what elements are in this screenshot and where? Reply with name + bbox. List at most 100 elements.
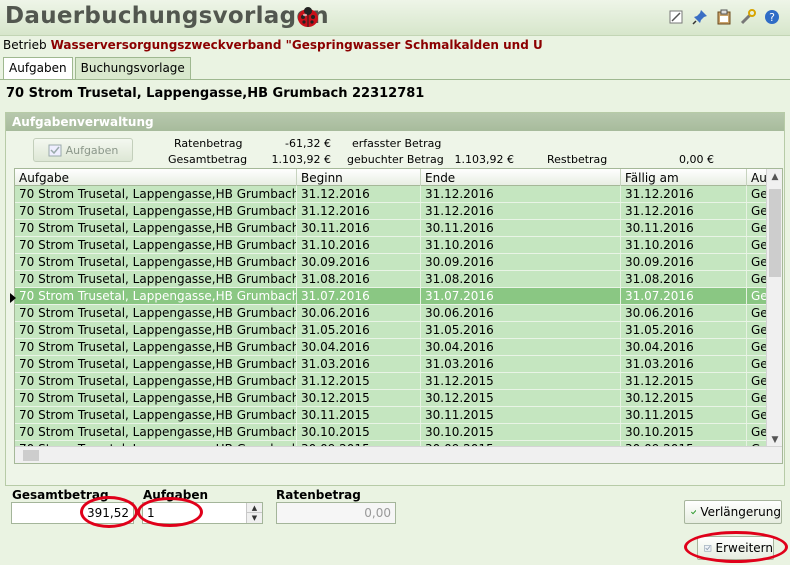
cell-beginn[interactable]: 30.09.2016: [297, 254, 421, 270]
cell-beginn[interactable]: 31.08.2016: [297, 271, 421, 287]
aufgaben-button[interactable]: Aufgaben: [33, 138, 133, 162]
cell-aufgabe[interactable]: 70 Strom Trusetal, Lappengasse,HB Grumba…: [15, 254, 297, 270]
cell-faellig[interactable]: 31.12.2016: [621, 203, 747, 219]
table-row[interactable]: 70 Strom Trusetal, Lappengasse,HB Grumba…: [15, 254, 775, 271]
gesamtbetrag-field[interactable]: 391,52: [11, 502, 134, 524]
cell-aufgabe[interactable]: 70 Strom Trusetal, Lappengasse,HB Grumba…: [15, 424, 297, 440]
stepper-down-icon[interactable]: ▼: [247, 513, 262, 523]
cell-aufgabe[interactable]: 70 Strom Trusetal, Lappengasse,HB Grumba…: [15, 271, 297, 287]
cell-aufgabe[interactable]: 70 Strom Trusetal, Lappengasse,HB Grumba…: [15, 339, 297, 355]
cell-ende[interactable]: 30.12.2015: [421, 390, 621, 406]
table-row[interactable]: 70 Strom Trusetal, Lappengasse,HB Grumba…: [15, 373, 775, 390]
cell-ende[interactable]: 31.08.2016: [421, 271, 621, 287]
cell-aufgabe[interactable]: 70 Strom Trusetal, Lappengasse,HB Grumba…: [15, 373, 297, 389]
cell-faellig[interactable]: 30.11.2016: [621, 220, 747, 236]
aufgaben-grid[interactable]: Aufgabe Beginn Ende Fällig am Auf 70 Str…: [14, 168, 783, 464]
column-header-faellig-am[interactable]: Fällig am: [621, 169, 747, 186]
verlaengerung-button[interactable]: Verlängerung: [684, 500, 782, 524]
cell-beginn[interactable]: 30.12.2015: [297, 390, 421, 406]
cell-beginn[interactable]: 30.04.2016: [297, 339, 421, 355]
tab-aufgaben[interactable]: Aufgaben: [3, 57, 73, 80]
tab-buchungsvorlage[interactable]: Buchungsvorlage: [74, 57, 191, 79]
cell-faellig[interactable]: 31.05.2016: [621, 322, 747, 338]
table-row[interactable]: 70 Strom Trusetal, Lappengasse,HB Grumba…: [15, 271, 775, 288]
cell-faellig[interactable]: 30.04.2016: [621, 339, 747, 355]
cell-ende[interactable]: 31.12.2015: [421, 373, 621, 389]
cell-beginn[interactable]: 31.07.2016: [297, 288, 421, 304]
edit-icon[interactable]: [666, 7, 686, 27]
cell-faellig[interactable]: 30.12.2015: [621, 390, 747, 406]
table-row[interactable]: 70 Strom Trusetal, Lappengasse,HB Grumba…: [15, 339, 775, 356]
cell-faellig[interactable]: 30.09.2016: [621, 254, 747, 270]
cell-ende[interactable]: 31.12.2016: [421, 203, 621, 219]
cell-beginn[interactable]: 30.06.2016: [297, 305, 421, 321]
cell-faellig[interactable]: 30.10.2015: [621, 424, 747, 440]
cell-faellig[interactable]: 30.11.2015: [621, 407, 747, 423]
table-row[interactable]: 70 Strom Trusetal, Lappengasse,HB Grumba…: [15, 237, 775, 254]
cell-ende[interactable]: 31.03.2016: [421, 356, 621, 372]
cell-faellig[interactable]: 31.10.2016: [621, 237, 747, 253]
table-row[interactable]: 70 Strom Trusetal, Lappengasse,HB Grumba…: [15, 322, 775, 339]
column-header-aufgabe[interactable]: Aufgabe: [15, 169, 297, 186]
cell-ende[interactable]: 30.04.2016: [421, 339, 621, 355]
cell-aufgabe[interactable]: 70 Strom Trusetal, Lappengasse,HB Grumba…: [15, 407, 297, 423]
cell-aufgabe[interactable]: 70 Strom Trusetal, Lappengasse,HB Grumba…: [15, 322, 297, 338]
scroll-thumb[interactable]: [769, 189, 781, 277]
cell-beginn[interactable]: 30.11.2015: [297, 407, 421, 423]
cell-aufgabe[interactable]: 70 Strom Trusetal, Lappengasse,HB Grumba…: [15, 203, 297, 219]
cell-aufgabe[interactable]: 70 Strom Trusetal, Lappengasse,HB Grumba…: [15, 356, 297, 372]
erweitern-button[interactable]: Erweitern: [697, 536, 774, 560]
cell-aufgabe[interactable]: 70 Strom Trusetal, Lappengasse,HB Grumba…: [15, 288, 297, 304]
column-header-ende[interactable]: Ende: [421, 169, 621, 186]
cell-beginn[interactable]: 31.12.2016: [297, 186, 421, 202]
cell-beginn[interactable]: 31.10.2016: [297, 237, 421, 253]
cell-beginn[interactable]: 31.12.2016: [297, 203, 421, 219]
cell-faellig[interactable]: 31.12.2016: [621, 186, 747, 202]
table-row[interactable]: 70 Strom Trusetal, Lappengasse,HB Grumba…: [15, 424, 775, 441]
table-row[interactable]: 70 Strom Trusetal, Lappengasse,HB Grumba…: [15, 390, 775, 407]
cell-faellig[interactable]: 31.12.2015: [621, 373, 747, 389]
cell-ende[interactable]: 31.12.2016: [421, 186, 621, 202]
tools-icon[interactable]: [738, 7, 758, 27]
cell-beginn[interactable]: 31.05.2016: [297, 322, 421, 338]
cell-ende[interactable]: 30.10.2015: [421, 424, 621, 440]
table-row[interactable]: 70 Strom Trusetal, Lappengasse,HB Grumba…: [15, 356, 775, 373]
cell-beginn[interactable]: 31.12.2015: [297, 373, 421, 389]
table-row[interactable]: 70 Strom Trusetal, Lappengasse,HB Grumba…: [15, 288, 775, 305]
cell-aufgabe[interactable]: 70 Strom Trusetal, Lappengasse,HB Grumba…: [15, 305, 297, 321]
cell-ende[interactable]: 30.06.2016: [421, 305, 621, 321]
table-row[interactable]: 70 Strom Trusetal, Lappengasse,HB Grumba…: [15, 186, 775, 203]
table-row[interactable]: 70 Strom Trusetal, Lappengasse,HB Grumba…: [15, 203, 775, 220]
cell-aufgabe[interactable]: 70 Strom Trusetal, Lappengasse,HB Grumba…: [15, 220, 297, 236]
help-icon[interactable]: ?: [762, 7, 782, 27]
clipboard-icon[interactable]: [714, 7, 734, 27]
horizontal-scrollbar[interactable]: [15, 446, 782, 463]
hscroll-thumb[interactable]: [23, 450, 39, 461]
table-row[interactable]: 70 Strom Trusetal, Lappengasse,HB Grumba…: [15, 220, 775, 237]
table-row[interactable]: 70 Strom Trusetal, Lappengasse,HB Grumba…: [15, 407, 775, 424]
pin-icon[interactable]: [690, 7, 710, 27]
cell-aufgabe[interactable]: 70 Strom Trusetal, Lappengasse,HB Grumba…: [15, 237, 297, 253]
table-row[interactable]: 70 Strom Trusetal, Lappengasse,HB Grumba…: [15, 305, 775, 322]
column-header-beginn[interactable]: Beginn: [297, 169, 421, 186]
cell-faellig[interactable]: 31.07.2016: [621, 288, 747, 304]
scroll-up-icon[interactable]: ▲: [767, 169, 782, 185]
cell-faellig[interactable]: 30.06.2016: [621, 305, 747, 321]
vertical-scrollbar[interactable]: ▲ ▼: [766, 169, 782, 448]
cell-beginn[interactable]: 30.10.2015: [297, 424, 421, 440]
cell-ende[interactable]: 31.07.2016: [421, 288, 621, 304]
cell-ende[interactable]: 30.11.2016: [421, 220, 621, 236]
cell-ende[interactable]: 30.11.2015: [421, 407, 621, 423]
cell-aufgabe[interactable]: 70 Strom Trusetal, Lappengasse,HB Grumba…: [15, 390, 297, 406]
cell-beginn[interactable]: 30.11.2016: [297, 220, 421, 236]
cell-beginn[interactable]: 31.03.2016: [297, 356, 421, 372]
cell-faellig[interactable]: 31.08.2016: [621, 271, 747, 287]
stepper-buttons[interactable]: ▲ ▼: [246, 503, 262, 523]
cell-ende[interactable]: 30.09.2016: [421, 254, 621, 270]
cell-aufgabe[interactable]: 70 Strom Trusetal, Lappengasse,HB Grumba…: [15, 186, 297, 202]
cell-ende[interactable]: 31.10.2016: [421, 237, 621, 253]
stepper-up-icon[interactable]: ▲: [247, 503, 262, 513]
cell-faellig[interactable]: 31.03.2016: [621, 356, 747, 372]
aufgaben-count-stepper[interactable]: 1 ▲ ▼: [142, 502, 263, 524]
cell-ende[interactable]: 31.05.2016: [421, 322, 621, 338]
